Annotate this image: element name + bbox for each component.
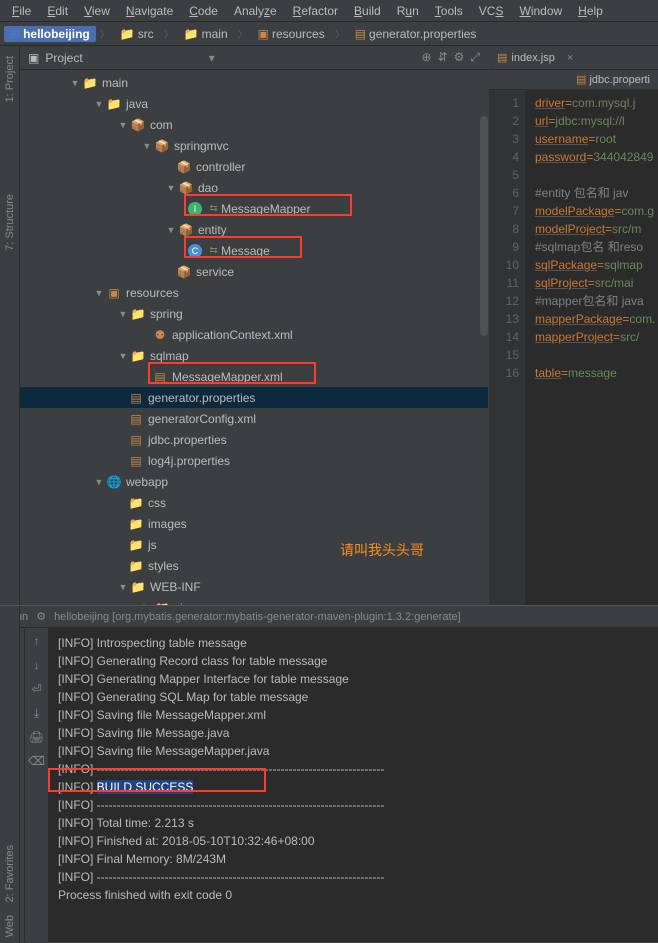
menu-vcs[interactable]: VCS bbox=[473, 2, 510, 20]
project-icon: ▣ bbox=[28, 51, 39, 65]
menu-build[interactable]: Build bbox=[348, 2, 387, 20]
breadcrumb-file[interactable]: ▤ generator.properties bbox=[349, 27, 483, 41]
tree-item-message[interactable]: C ⇆ Message bbox=[20, 240, 488, 261]
menu-code[interactable]: Code bbox=[183, 2, 224, 20]
editor-tabs: ▤index.jsp× bbox=[489, 46, 658, 70]
line-gutter: 12345678910111213141516 bbox=[489, 90, 525, 605]
run-config-name: hellobeijing [org.mybatis.generator:myba… bbox=[54, 611, 461, 623]
tree-item-controller[interactable]: 📦controller bbox=[20, 156, 488, 177]
left-sidebar: 1: Project 7: Structure bbox=[0, 46, 20, 605]
print-button[interactable]: 🖨 bbox=[28, 728, 46, 746]
menu-analyze[interactable]: Analyze bbox=[228, 2, 283, 20]
tree-item-css[interactable]: 📁css bbox=[20, 492, 488, 513]
menu-view[interactable]: View bbox=[78, 2, 116, 20]
tree-item-sqlmap[interactable]: ▼📁sqlmap bbox=[20, 345, 488, 366]
editor-tab-jdbc[interactable]: ▤ jdbc.properti bbox=[576, 73, 650, 86]
main-menu: FFileile Edit View Navigate Code Analyze… bbox=[0, 0, 658, 22]
sidebar-tab-project[interactable]: 1: Project bbox=[2, 50, 18, 108]
tree-item-jdbcprops[interactable]: ▤jdbc.properties bbox=[20, 429, 488, 450]
tree-item-service[interactable]: 📦service bbox=[20, 261, 488, 282]
up-button[interactable]: ↑ bbox=[28, 632, 46, 650]
tree-item-appcontext[interactable]: ⚉applicationContext.xml bbox=[20, 324, 488, 345]
sidebar-tab-structure[interactable]: 7: Structure bbox=[2, 188, 18, 257]
menu-edit[interactable]: Edit bbox=[41, 2, 74, 20]
project-tree: ▼📁main ▼📁java ▼📦com ▼📦springmvc 📦control… bbox=[20, 70, 488, 605]
hide-icon[interactable]: ⤢ bbox=[470, 50, 480, 65]
menu-run[interactable]: Run bbox=[391, 2, 425, 20]
tree-item-images[interactable]: 📁images bbox=[20, 513, 488, 534]
chevron-icon: 〉 bbox=[238, 26, 248, 41]
project-panel-title: Project bbox=[45, 51, 82, 65]
project-panel-header: ▣ Project ▾ ⊕ ⇵ ⚙ ⤢ bbox=[20, 46, 488, 70]
tree-item-entity[interactable]: ▼📦entity bbox=[20, 219, 488, 240]
tree-item-msgmapperxml[interactable]: ▤MessageMapper.xml bbox=[20, 366, 488, 387]
tree-item-springmvc[interactable]: ▼📦springmvc bbox=[20, 135, 488, 156]
tree-item-genconfig[interactable]: ▤generatorConfig.xml bbox=[20, 408, 488, 429]
sidebar-tab-web[interactable]: Web bbox=[2, 909, 18, 943]
project-panel: ▣ Project ▾ ⊕ ⇵ ⚙ ⤢ ▼📁main ▼📁java ▼📦com … bbox=[20, 46, 488, 605]
tree-item-messagemapper[interactable]: I ⇆ MessageMapper bbox=[20, 198, 488, 219]
wrap-button[interactable]: ⏎ bbox=[28, 680, 46, 698]
clear-button[interactable]: ⌫ bbox=[28, 752, 46, 770]
tree-item-main[interactable]: ▼📁main bbox=[20, 72, 488, 93]
locate-icon[interactable]: ⊕ bbox=[422, 50, 432, 65]
tree-item-log4j[interactable]: ▤log4j.properties bbox=[20, 450, 488, 471]
breadcrumb-resources[interactable]: ▣ resources bbox=[252, 27, 331, 41]
run-header: Run ⚙ hellobeijing [org.mybatis.generato… bbox=[0, 606, 658, 628]
menu-help[interactable]: Help bbox=[572, 2, 609, 20]
tree-item-spring[interactable]: ▼📁spring bbox=[20, 303, 488, 324]
editor-subtabs: ▤ jdbc.properti bbox=[489, 70, 658, 90]
breadcrumb: ⊞ hellobeijing 〉 📁 src 〉 📁 main 〉 ▣ reso… bbox=[0, 22, 658, 46]
menu-file[interactable]: FFileile bbox=[6, 2, 37, 20]
breadcrumb-src[interactable]: 📁 src bbox=[114, 27, 160, 41]
tree-item-resources[interactable]: ▼▣resources bbox=[20, 282, 488, 303]
menu-tools[interactable]: Tools bbox=[429, 2, 469, 20]
left-sidebar-bottom: Web 2: Favorites bbox=[0, 606, 20, 943]
tree-item-webapp[interactable]: ▼🌐webapp bbox=[20, 471, 488, 492]
breadcrumb-project[interactable]: ⊞ hellobeijing bbox=[4, 26, 96, 42]
chevron-icon: 〉 bbox=[100, 26, 110, 41]
sidebar-tab-favorites[interactable]: 2: Favorites bbox=[2, 839, 18, 908]
editor-area: ▤index.jsp× ▤ jdbc.properti 123456789101… bbox=[488, 46, 658, 605]
editor-tab-index[interactable]: ▤index.jsp× bbox=[497, 51, 573, 64]
tree-item-com[interactable]: ▼📦com bbox=[20, 114, 488, 135]
settings-icon[interactable]: ⚙ bbox=[454, 50, 465, 65]
run-toolbar-inner: ↑ ↓ ⏎ ⤓ 🖨 ⌫ bbox=[24, 628, 48, 942]
code-editor[interactable]: driver=com.mysql.j url=jdbc:mysql://l us… bbox=[525, 90, 655, 605]
menu-refactor[interactable]: Refactor bbox=[287, 2, 344, 20]
gear-icon[interactable]: ⚙ bbox=[36, 610, 46, 623]
dropdown-icon[interactable]: ▾ bbox=[209, 51, 215, 65]
close-icon[interactable]: × bbox=[567, 52, 573, 64]
tree-item-dao[interactable]: ▼📦dao bbox=[20, 177, 488, 198]
breadcrumb-main[interactable]: 📁 main bbox=[178, 27, 234, 41]
scroll-button[interactable]: ⤓ bbox=[28, 704, 46, 722]
tree-item-webinf[interactable]: ▼📁WEB-INF bbox=[20, 576, 488, 597]
tree-item-views[interactable]: ▶📁views bbox=[20, 597, 488, 605]
down-button[interactable]: ↓ bbox=[28, 656, 46, 674]
chevron-icon: 〉 bbox=[335, 26, 345, 41]
console-output[interactable]: [INFO] Introspecting table message [INFO… bbox=[48, 628, 658, 942]
tree-item-java[interactable]: ▼📁java bbox=[20, 93, 488, 114]
scrollbar-thumb[interactable] bbox=[480, 116, 488, 336]
tree-item-genprops[interactable]: ▤generator.properties bbox=[20, 387, 488, 408]
collapse-icon[interactable]: ⇵ bbox=[438, 50, 448, 65]
run-panel: Run ⚙ hellobeijing [org.mybatis.generato… bbox=[0, 605, 658, 942]
chevron-icon: 〉 bbox=[164, 26, 174, 41]
menu-window[interactable]: Window bbox=[513, 2, 568, 20]
menu-navigate[interactable]: Navigate bbox=[120, 2, 179, 20]
watermark-text: 请叫我头头哥 bbox=[340, 540, 424, 560]
